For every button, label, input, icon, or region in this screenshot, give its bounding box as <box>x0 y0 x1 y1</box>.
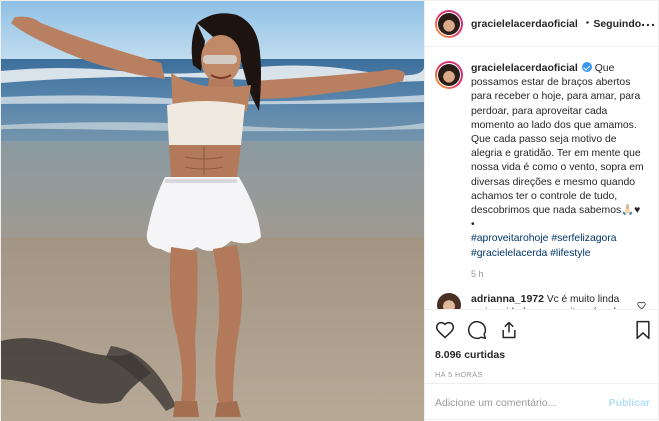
more-options-icon[interactable]: ... <box>641 14 656 32</box>
commenter-avatar[interactable] <box>437 292 461 309</box>
heart-icon[interactable] <box>435 320 455 340</box>
action-bar <box>425 309 659 349</box>
add-comment-bar: Publicar <box>425 383 659 421</box>
beach-photo <box>1 1 424 421</box>
share-icon[interactable] <box>499 320 519 340</box>
hashtag-link[interactable]: #gracielelacerda <box>471 248 547 259</box>
post-photo[interactable] <box>1 1 424 421</box>
caption-text: gracielelacerdaoficial Que possamos esta… <box>471 61 649 261</box>
caption: gracielelacerdaoficial Que possamos esta… <box>435 61 650 261</box>
commenter-username[interactable]: adrianna_1972 <box>471 293 544 305</box>
publish-button[interactable]: Publicar <box>609 397 650 409</box>
following-button[interactable]: Seguindo <box>593 18 641 30</box>
caption-hashtags: #aproveitarohoje #serfelizagora #graciel… <box>471 233 617 258</box>
comment-like-heart-icon[interactable] <box>637 301 646 309</box>
comment-input[interactable] <box>435 396 609 409</box>
comment-text: adrianna_1972 Vc é muito linda mais cuid… <box>471 293 639 309</box>
caption-author-avatar[interactable] <box>435 61 463 89</box>
caption-username[interactable]: gracielelacerdaoficial <box>471 62 578 74</box>
hashtag-link[interactable]: #aproveitarohoje <box>471 233 548 244</box>
author-username[interactable]: gracielelacerdaoficial <box>471 18 578 30</box>
caption-bullet: • <box>471 219 475 231</box>
like-count[interactable]: 8.096 curtidas <box>425 349 659 365</box>
hashtag-link[interactable]: #serfelizagora <box>551 233 616 244</box>
comment-item: adrianna_1972 Vc é muito linda mais cuid… <box>435 292 650 309</box>
verified-badge-icon <box>581 62 592 72</box>
comment-icon[interactable] <box>467 320 487 340</box>
bookmark-icon[interactable] <box>634 320 652 340</box>
post-date[interactable]: HÁ 5 HORAS <box>425 365 659 383</box>
instagram-post: gracielelacerdaoficial • Seguindo ... gr… <box>0 0 659 421</box>
comments-list[interactable]: gracielelacerdaoficial Que possamos esta… <box>425 47 659 309</box>
hashtag-link[interactable]: #lifestyle <box>550 248 590 259</box>
caption-timestamp[interactable]: 5 h <box>471 269 650 279</box>
author-avatar[interactable] <box>435 9 463 38</box>
caption-body: Que possamos estar de braços abertos par… <box>471 63 644 217</box>
post-sidebar: gracielelacerdaoficial • Seguindo ... gr… <box>424 1 659 421</box>
post-header: gracielelacerdaoficial • Seguindo ... <box>425 1 659 47</box>
caption-emoji: 🙏🏻♥ <box>621 205 641 217</box>
